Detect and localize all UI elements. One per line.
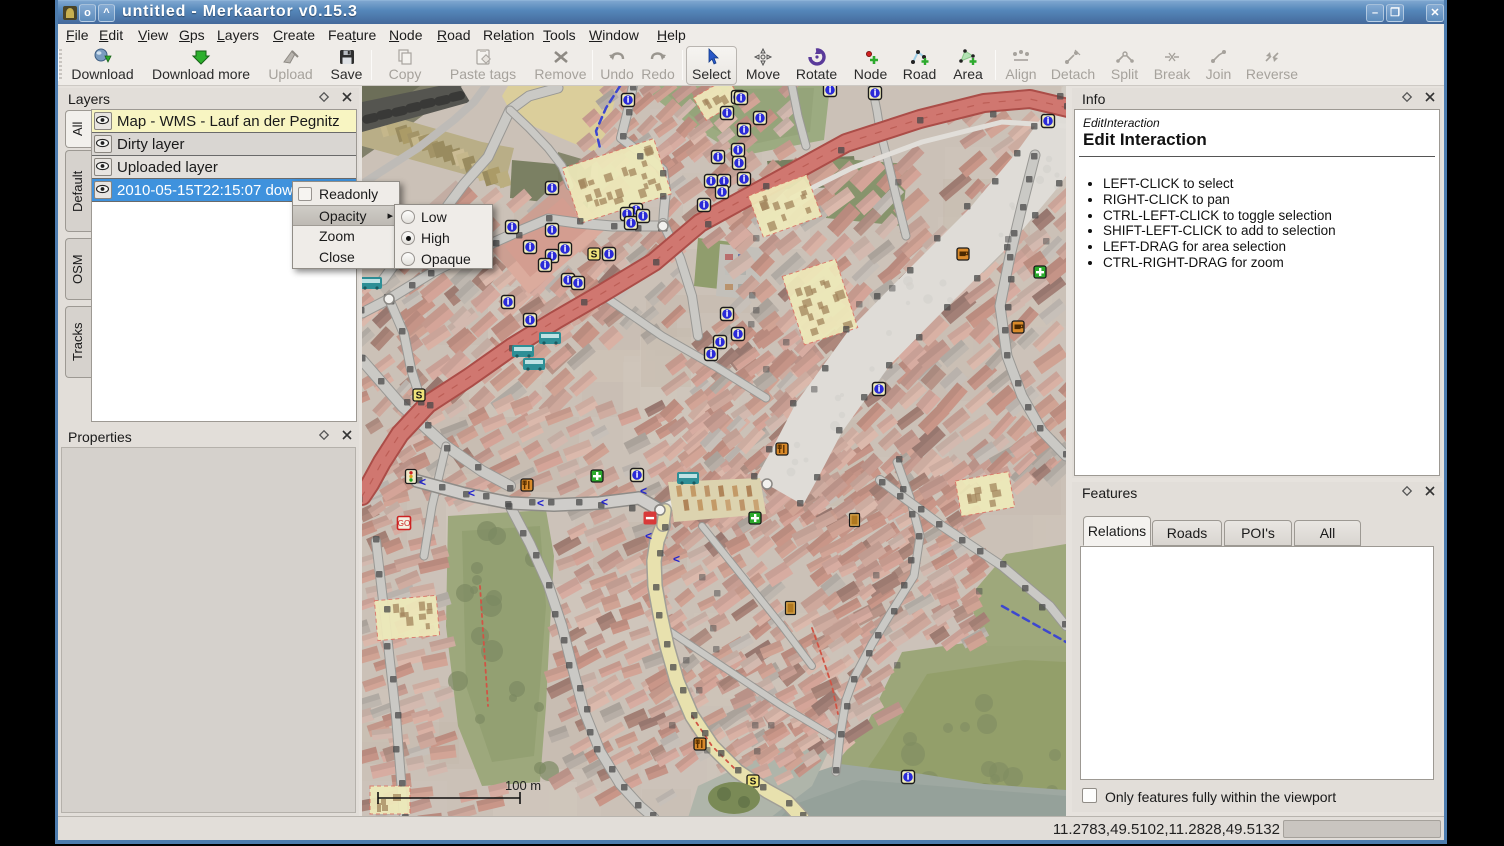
svg-text:GO: GO [398,519,410,528]
svg-text:<: < [419,475,426,489]
svg-text:<: < [601,495,608,509]
svg-text:<: < [468,486,475,500]
svg-text:<: < [645,529,652,543]
svg-text:S: S [416,391,423,402]
svg-text:S: S [591,250,598,261]
svg-text:<: < [673,552,680,566]
svg-text:<: < [537,496,544,510]
svg-text:<: < [640,484,647,498]
svg-text:100 m: 100 m [505,778,541,793]
